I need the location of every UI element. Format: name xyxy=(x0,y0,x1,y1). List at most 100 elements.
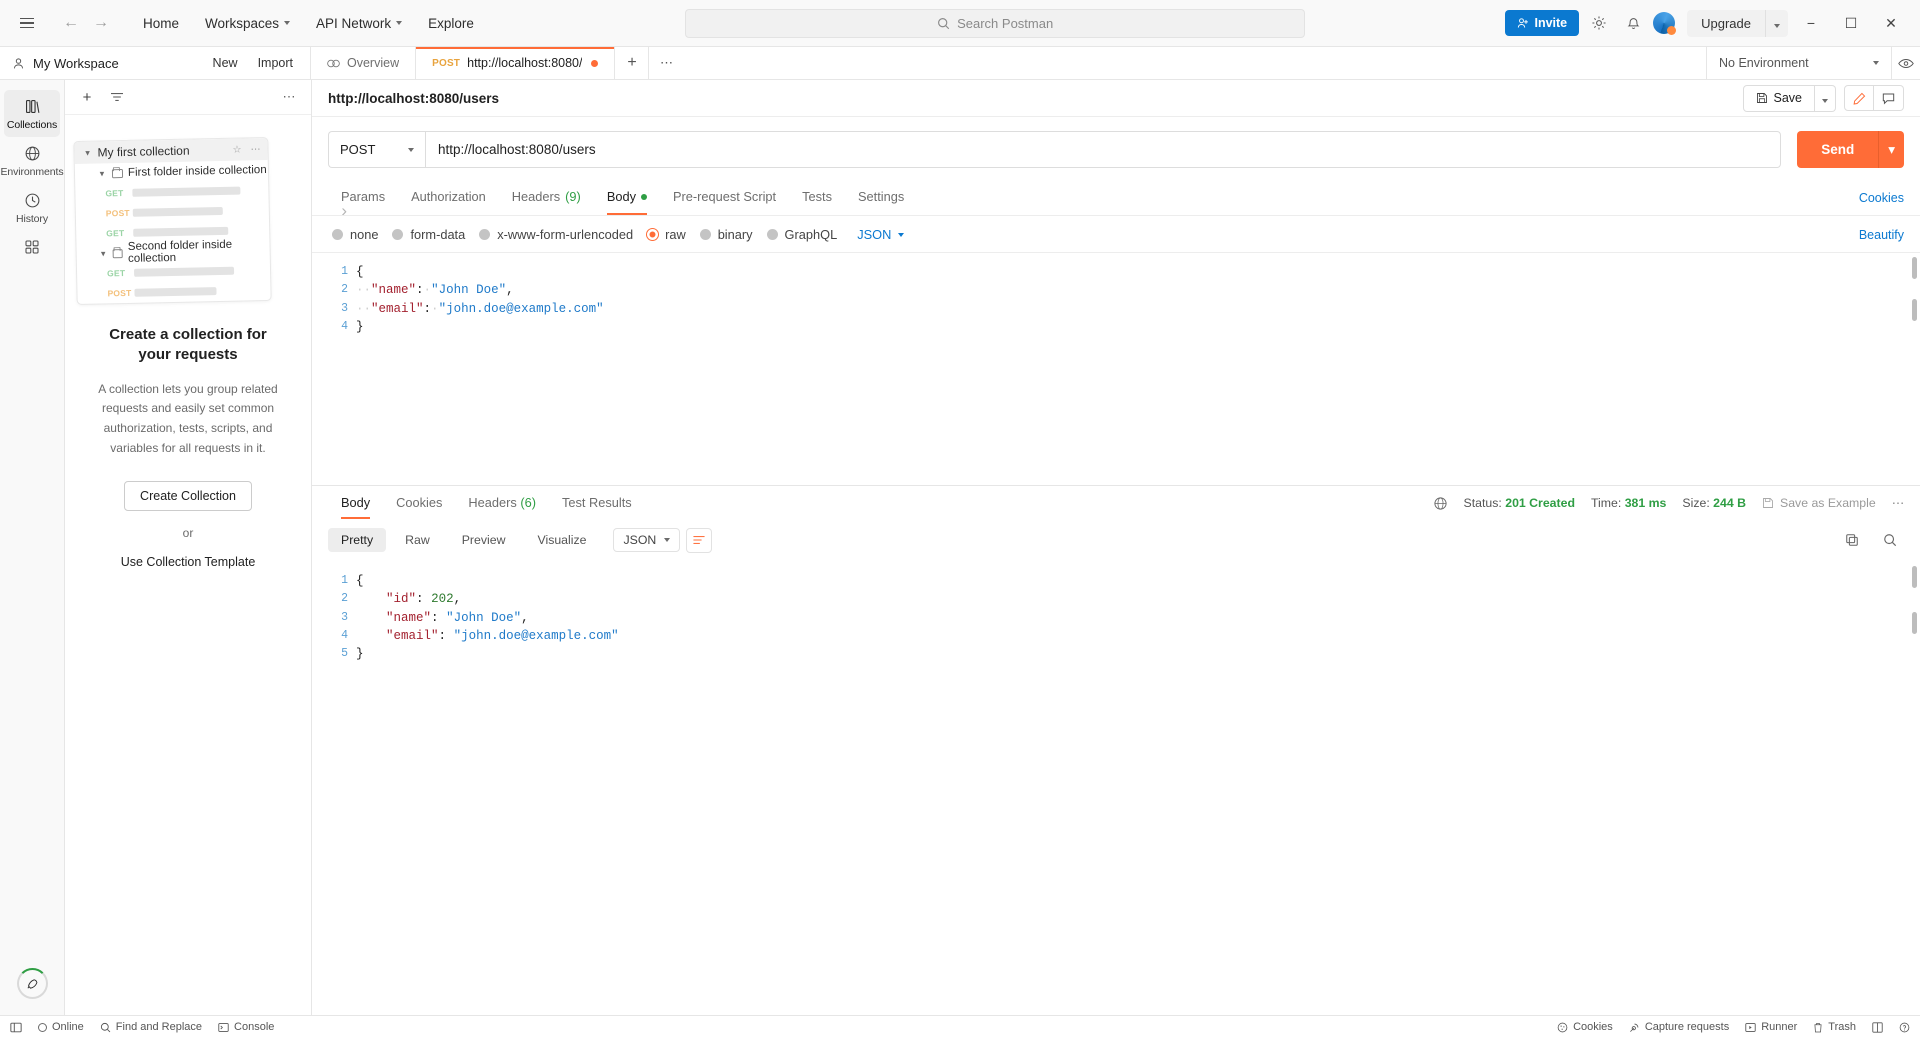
tab-authorization[interactable]: Authorization xyxy=(398,180,499,215)
editor-scrollbar-thumb[interactable] xyxy=(1912,299,1917,321)
topnav-home[interactable]: Home xyxy=(132,10,190,37)
import-button[interactable]: Import xyxy=(249,52,302,74)
cookies-button[interactable]: Cookies xyxy=(1557,1021,1613,1033)
raw-format-selector[interactable]: JSON xyxy=(857,227,904,242)
raw-format-label: JSON xyxy=(857,227,891,242)
more-icon[interactable]: ⋯ xyxy=(250,143,267,154)
workspace-selector[interactable]: My Workspace New Import xyxy=(0,47,311,79)
topnav-explore[interactable]: Explore xyxy=(417,10,485,37)
sidebar-item-environments[interactable]: Environments xyxy=(4,137,60,184)
tab-overview[interactable]: Overview xyxy=(311,47,416,79)
edit-icon[interactable] xyxy=(1844,85,1874,111)
sidebar-more-icon[interactable]: ⋯ xyxy=(277,85,301,109)
find-and-replace-button[interactable]: Find and Replace xyxy=(100,1021,202,1033)
search-input[interactable]: Search Postman xyxy=(685,9,1305,38)
console-button[interactable]: Console xyxy=(218,1021,274,1033)
new-button[interactable]: New xyxy=(204,52,247,74)
response-tab-cookies[interactable]: Cookies xyxy=(383,487,455,519)
tab-options-icon[interactable]: ⋯ xyxy=(649,47,683,79)
save-as-example-button[interactable]: Save as Example xyxy=(1762,496,1876,510)
body-type-none[interactable]: none xyxy=(328,224,388,245)
create-collection-button[interactable]: Create Collection xyxy=(124,481,252,511)
runner-button[interactable]: Runner xyxy=(1745,1021,1797,1033)
chevron-down-icon[interactable] xyxy=(1765,10,1788,37)
response-scrollbar[interactable] xyxy=(1912,566,1917,588)
close-icon[interactable]: ✕ xyxy=(1874,8,1908,38)
environment-selector[interactable]: No Environment xyxy=(1706,47,1891,79)
maximize-icon[interactable]: ☐ xyxy=(1834,8,1868,38)
use-collection-template-link[interactable]: Use Collection Template xyxy=(95,555,281,569)
tab-headers[interactable]: Headers (9) xyxy=(499,180,594,215)
forward-arrow-icon[interactable]: → xyxy=(88,10,114,36)
response-format-selector[interactable]: JSON xyxy=(613,528,680,552)
new-tab-button[interactable]: + xyxy=(615,47,649,79)
topnav-workspaces[interactable]: Workspaces xyxy=(194,10,301,37)
sidebar-item-history[interactable]: History xyxy=(4,184,60,231)
capture-requests-button[interactable]: Capture requests xyxy=(1629,1021,1729,1033)
save-options-button[interactable] xyxy=(1815,85,1836,112)
tree-request-row[interactable]: POST xyxy=(77,280,270,304)
layout-icon[interactable] xyxy=(1872,1022,1883,1033)
tab-params[interactable]: Params xyxy=(328,180,398,215)
postman-bot-icon[interactable] xyxy=(17,968,48,999)
body-type-graphql[interactable]: GraphQL xyxy=(763,224,848,245)
request-body-editor[interactable]: 1 2 3 4 { ··"name":·"John Doe", ··"email… xyxy=(312,252,1920,485)
response-body-viewer[interactable]: 1 2 3 4 5 { "id": 202, "name": "John Doe… xyxy=(312,562,1920,1015)
response-more-icon[interactable]: ⋯ xyxy=(1892,496,1904,510)
trash-button[interactable]: Trash xyxy=(1813,1021,1856,1033)
sidebar-new-icon[interactable]: + xyxy=(75,85,99,109)
tab-settings[interactable]: Settings xyxy=(845,180,917,215)
environment-label: No Environment xyxy=(1719,56,1809,70)
body-type-form-data[interactable]: form-data xyxy=(388,224,475,245)
response-view-raw[interactable]: Raw xyxy=(392,528,443,552)
request-body-code[interactable]: { ··"name":·"John Doe", ··"email":·"john… xyxy=(356,253,1920,485)
online-status[interactable]: Online xyxy=(38,1021,84,1033)
tab-request-active[interactable]: POST http://localhost:8080/ xyxy=(416,47,615,79)
sidebar-item-collections[interactable]: Collections xyxy=(4,90,60,137)
star-icon[interactable]: ☆ xyxy=(232,144,245,155)
search-icon[interactable] xyxy=(1876,526,1904,554)
gear-icon[interactable] xyxy=(1585,9,1613,37)
url-input[interactable]: http://localhost:8080/users xyxy=(425,131,1781,168)
response-view-pretty[interactable]: Pretty xyxy=(328,528,386,552)
response-tab-body[interactable]: Body xyxy=(328,487,383,519)
tab-pre-request-script[interactable]: Pre-request Script xyxy=(660,180,789,215)
back-arrow-icon[interactable]: ← xyxy=(58,10,84,36)
eye-icon[interactable] xyxy=(1892,49,1920,77)
editor-scrollbar[interactable] xyxy=(1912,257,1917,279)
filter-icon[interactable] xyxy=(105,85,129,109)
cookies-link[interactable]: Cookies xyxy=(1859,191,1904,205)
sidebar-toggle-icon[interactable] xyxy=(10,1022,22,1033)
response-tab-headers-count: (6) xyxy=(520,495,536,510)
response-view-visualize[interactable]: Visualize xyxy=(524,528,599,552)
response-scrollbar-thumb[interactable] xyxy=(1912,612,1917,634)
minimize-icon[interactable]: − xyxy=(1794,8,1828,38)
wrap-lines-icon[interactable] xyxy=(686,528,712,553)
response-view-preview[interactable]: Preview xyxy=(449,528,519,552)
bell-icon[interactable] xyxy=(1619,9,1647,37)
topnav-api-network[interactable]: API Network xyxy=(305,10,413,37)
response-tab-headers[interactable]: Headers (6) xyxy=(455,487,549,519)
tab-body[interactable]: Body xyxy=(594,180,660,215)
response-tab-test-results[interactable]: Test Results xyxy=(549,487,645,519)
response-body-code[interactable]: { "id": 202, "name": "John Doe", "email"… xyxy=(356,562,1920,1015)
beautify-button[interactable]: Beautify xyxy=(1859,228,1904,242)
body-type-binary[interactable]: binary xyxy=(696,224,763,245)
tab-tests[interactable]: Tests xyxy=(789,180,845,215)
comment-icon[interactable] xyxy=(1874,85,1904,111)
body-type-urlencoded[interactable]: x-www-form-urlencoded xyxy=(475,224,643,245)
help-icon[interactable] xyxy=(1899,1022,1910,1033)
sidebar-item-apps[interactable] xyxy=(4,231,60,261)
radio-icon-selected xyxy=(647,229,658,240)
save-button[interactable]: Save xyxy=(1743,85,1816,112)
body-type-raw[interactable]: raw xyxy=(643,224,696,245)
copy-icon[interactable] xyxy=(1838,526,1866,554)
invite-button[interactable]: Invite xyxy=(1505,10,1579,36)
upgrade-button[interactable]: Upgrade xyxy=(1687,10,1788,37)
send-options-button[interactable]: ▾ xyxy=(1878,131,1904,168)
tree-folder-row[interactable]: ▾ Second folder inside collection xyxy=(76,240,269,264)
send-button[interactable]: Send xyxy=(1797,131,1878,168)
account-avatar-icon[interactable] xyxy=(1653,12,1675,34)
hamburger-icon[interactable] xyxy=(12,8,42,38)
method-selector[interactable]: POST xyxy=(328,131,425,168)
